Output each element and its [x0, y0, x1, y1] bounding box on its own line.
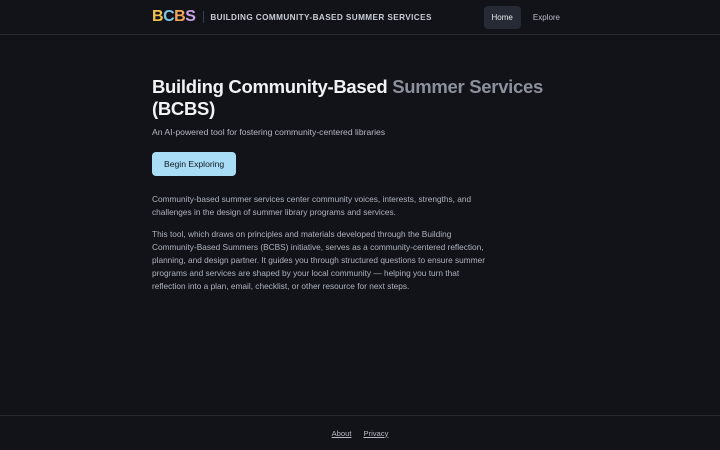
logo-letter: B [152, 8, 164, 25]
main-content: Building Community-Based Summer Services… [152, 76, 552, 293]
intro-paragraph: Community-based summer services center c… [152, 194, 472, 217]
page-title-acronym: (BCBS) [152, 98, 215, 119]
footer: About Privacy [0, 415, 720, 450]
logo-letter: B [174, 8, 186, 25]
page-title: Building Community-Based Summer Services… [152, 76, 552, 120]
main-nav: Home Explore [483, 5, 568, 29]
top-header: BCBS BUILDING COMMUNITY-BASED SUMMER SER… [0, 0, 720, 35]
page-title-highlight: Summer Services [392, 76, 543, 97]
begin-exploring-button[interactable]: Begin Exploring [152, 152, 237, 176]
header-inner: BCBS BUILDING COMMUNITY-BASED SUMMER SER… [152, 0, 568, 34]
footer-about-link[interactable]: About [332, 429, 352, 438]
brand-divider [203, 11, 205, 23]
description-paragraph: This tool, which draws on principles and… [152, 229, 486, 291]
logo-letter: S [185, 8, 196, 25]
footer-privacy-link[interactable]: Privacy [363, 429, 388, 438]
site-title[interactable]: BUILDING COMMUNITY-BASED SUMMER SERVICES [210, 13, 431, 22]
page-subtitle: An AI-powered tool for fostering communi… [152, 127, 386, 137]
logo-letter: C [163, 8, 175, 25]
nav-home-link[interactable]: Home [483, 5, 521, 29]
nav-explore-link[interactable]: Explore [525, 6, 568, 29]
page-title-main: Building Community-Based [152, 76, 393, 97]
bcbs-logo[interactable]: BCBS [152, 8, 196, 25]
